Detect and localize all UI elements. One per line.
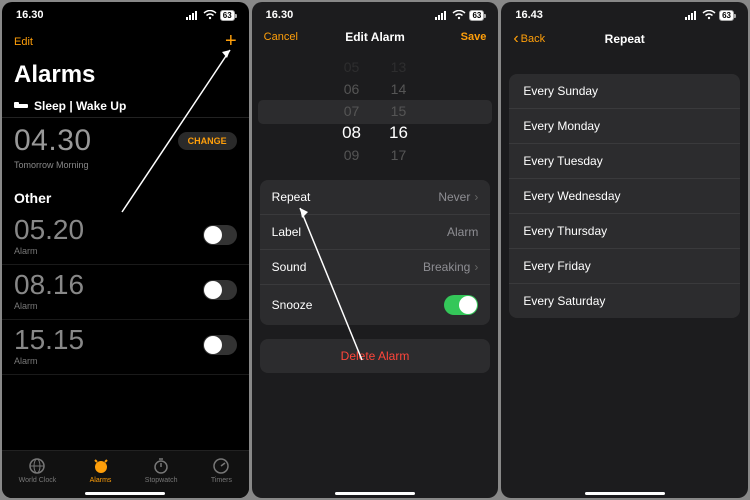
label-cell[interactable]: Label Alarm — [260, 215, 491, 250]
battery-icon: 63 — [469, 10, 484, 21]
nav-title: Edit Alarm — [314, 30, 437, 44]
alarm-time: 08.16 — [14, 269, 84, 301]
repeat-cell[interactable]: Repeat Never› — [260, 180, 491, 215]
tab-world-clock[interactable]: World Clock — [19, 457, 57, 484]
day-cell[interactable]: Every Tuesday — [509, 144, 740, 179]
page-title: Alarms — [2, 59, 249, 97]
battery-icon: 63 — [719, 10, 734, 21]
sleep-subtitle: Tomorrow Morning — [2, 160, 249, 180]
snooze-cell: Snooze — [260, 285, 491, 325]
alarm-label: Alarm — [14, 301, 84, 311]
nav-title: Repeat — [563, 32, 686, 46]
change-button[interactable]: CHANGE — [178, 132, 237, 150]
alarm-toggle[interactable] — [203, 280, 237, 300]
tab-alarms[interactable]: Alarms — [90, 457, 112, 484]
globe-icon — [28, 457, 46, 475]
status-bar: 16.30 63 — [2, 2, 249, 28]
sleep-time: 04.30 — [14, 124, 92, 158]
day-cell[interactable]: Every Monday — [509, 109, 740, 144]
day-cell[interactable]: Every Friday — [509, 249, 740, 284]
status-right: 63 — [186, 10, 235, 21]
stopwatch-icon — [152, 457, 170, 475]
status-time: 16.30 — [266, 9, 294, 21]
alarm-row[interactable]: 05.20 Alarm — [2, 210, 249, 265]
signal-icon — [685, 10, 699, 20]
alarm-toggle[interactable] — [203, 335, 237, 355]
wifi-icon — [203, 10, 217, 20]
sleep-section-header: Sleep | Wake Up — [2, 97, 249, 118]
day-cell[interactable]: Every Thursday — [509, 214, 740, 249]
tab-timers[interactable]: Timers — [211, 457, 232, 484]
alarm-toggle[interactable] — [203, 225, 237, 245]
status-time: 16.43 — [515, 9, 543, 21]
nav-bar: Edit + — [2, 28, 249, 59]
add-alarm-button[interactable]: + — [187, 30, 237, 53]
edit-alarm-screen: 16.30 63 Cancel Edit Alarm Save 05 06 07… — [252, 2, 499, 498]
alarm-row[interactable]: 15.15 Alarm — [2, 320, 249, 375]
alarm-label: Alarm — [14, 246, 84, 256]
status-right: 63 — [685, 10, 734, 21]
day-cell[interactable]: Every Sunday — [509, 74, 740, 109]
other-section-header: Other — [2, 180, 249, 210]
status-time: 16.30 — [16, 9, 44, 21]
timer-icon — [212, 457, 230, 475]
sleep-header-label: Sleep | Wake Up — [34, 99, 126, 113]
chevron-right-icon: › — [474, 190, 478, 204]
signal-icon — [435, 10, 449, 20]
tab-stopwatch[interactable]: Stopwatch — [145, 457, 178, 484]
wifi-icon — [452, 10, 466, 20]
delete-alarm-button[interactable]: Delete Alarm — [260, 339, 491, 373]
repeat-days-group: Every Sunday Every Monday Every Tuesday … — [509, 74, 740, 318]
alarm-icon — [92, 457, 110, 475]
home-indicator[interactable] — [85, 492, 165, 495]
status-bar: 16.30 63 — [252, 2, 499, 28]
alarm-label: Alarm — [14, 356, 84, 366]
tab-bar: World Clock Alarms Stopwatch Timers — [2, 450, 249, 498]
sleep-alarm-row: 04.30 CHANGE — [2, 118, 249, 160]
bed-icon — [14, 99, 28, 113]
day-cell[interactable]: Every Saturday — [509, 284, 740, 318]
back-button[interactable]: ‹ Back — [513, 30, 563, 48]
snooze-toggle[interactable] — [444, 295, 478, 315]
sound-cell[interactable]: Sound Breaking› — [260, 250, 491, 285]
wifi-icon — [702, 10, 716, 20]
alarms-screen: 16.30 63 Edit + Alarms Sleep | Wake Up 0… — [2, 2, 249, 498]
home-indicator[interactable] — [335, 492, 415, 495]
battery-icon: 63 — [220, 10, 235, 21]
chevron-left-icon: ‹ — [513, 30, 518, 48]
alarm-time: 15.15 — [14, 324, 84, 356]
save-button[interactable]: Save — [436, 31, 486, 43]
nav-bar: ‹ Back Repeat — [501, 28, 748, 54]
time-picker[interactable]: 05 06 07 08 09 10 13 14 15 16 17 18 — [252, 56, 499, 166]
home-indicator[interactable] — [585, 492, 665, 495]
alarm-row[interactable]: 08.16 Alarm — [2, 265, 249, 320]
cancel-button[interactable]: Cancel — [264, 31, 314, 43]
alarm-options-group: Repeat Never› Label Alarm Sound Breaking… — [260, 180, 491, 325]
hour-picker[interactable]: 05 06 07 08 09 10 — [328, 56, 375, 166]
chevron-right-icon: › — [474, 260, 478, 274]
status-right: 63 — [435, 10, 484, 21]
day-cell[interactable]: Every Wednesday — [509, 179, 740, 214]
signal-icon — [186, 10, 200, 20]
nav-bar: Cancel Edit Alarm Save — [252, 28, 499, 50]
edit-button[interactable]: Edit — [14, 36, 64, 48]
minute-picker[interactable]: 13 14 15 16 17 18 — [375, 56, 422, 166]
status-bar: 16.43 63 — [501, 2, 748, 28]
repeat-screen: 16.43 63 ‹ Back Repeat Every Sunday Ever… — [501, 2, 748, 498]
alarm-time: 05.20 — [14, 214, 84, 246]
